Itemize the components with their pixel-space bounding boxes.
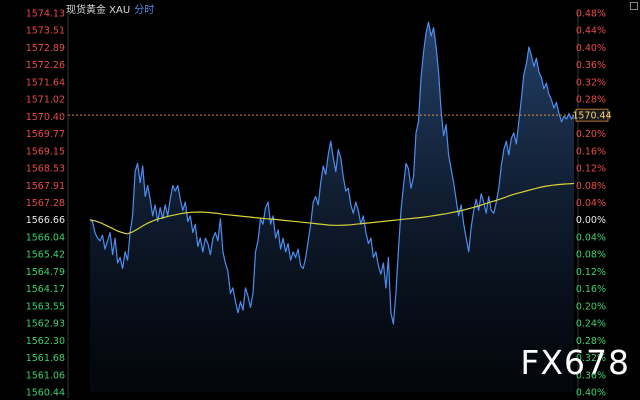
- right-tick-label: 0.16%: [576, 284, 606, 295]
- right-tick-label: 0.08%: [576, 250, 606, 261]
- left-tick-label: 1561.06: [26, 370, 65, 381]
- right-tick-label: 0.04%: [576, 232, 606, 243]
- left-tick-label: 1565.42: [26, 250, 65, 261]
- left-tick-label: 1562.30: [26, 336, 65, 347]
- right-tick-label: 0.08%: [576, 181, 606, 192]
- instrument-title: 现货黄金 XAU: [66, 5, 131, 16]
- right-tick-label: 0.00%: [576, 215, 606, 226]
- left-tick-label: 1562.93: [26, 319, 65, 330]
- left-tick-label: 1564.17: [26, 284, 65, 295]
- left-tick-label: 1566.66: [26, 215, 65, 226]
- left-tick-label: 1569.15: [26, 146, 65, 157]
- right-tick-label: 0.20%: [576, 301, 606, 312]
- left-tick-label: 1567.28: [26, 198, 65, 209]
- left-tick-label: 1560.44: [26, 388, 65, 399]
- right-tick-label: 0.12%: [576, 164, 606, 175]
- right-tick-label: 0.12%: [576, 267, 606, 278]
- window-toggle-icon[interactable]: [630, 2, 638, 10]
- right-tick-label: 0.40%: [576, 388, 606, 399]
- current-price-label: 1570.44: [572, 111, 611, 122]
- right-tick-label: 0.20%: [576, 129, 606, 140]
- left-tick-label: 1566.04: [26, 232, 65, 243]
- price-area-fill: [90, 22, 574, 392]
- right-tick-label: 0.04%: [576, 198, 606, 209]
- left-tick-label: 1574.13: [26, 9, 65, 20]
- left-tick-label: 1571.02: [26, 95, 65, 106]
- right-tick-label: 0.32%: [576, 77, 606, 88]
- left-tick-label: 1570.40: [26, 112, 65, 123]
- chart-container: 1574.13 1573.51 1572.89 1572.26 1571.64 1571.…: [0, 0, 640, 400]
- timeframe-label[interactable]: 分时: [134, 5, 154, 16]
- right-tick-label: 0.44%: [576, 26, 606, 37]
- left-tick-label: 1571.64: [26, 77, 65, 88]
- left-tick-label: 1563.55: [26, 301, 65, 312]
- left-tick-label: 1564.79: [26, 267, 65, 278]
- right-tick-label: 0.36%: [576, 60, 606, 71]
- chart-header: 现货黄金 XAU 分时: [66, 1, 154, 16]
- left-tick-label: 1568.53: [26, 164, 65, 175]
- left-tick-label: 1569.77: [26, 129, 65, 140]
- left-tick-label: 1567.91: [26, 181, 65, 192]
- watermark-logo: FX678: [520, 343, 630, 382]
- right-tick-label: 0.28%: [576, 95, 606, 106]
- right-tick-label: 0.16%: [576, 146, 606, 157]
- right-tick-label: 0.40%: [576, 43, 606, 54]
- left-tick-label: 1572.26: [26, 60, 65, 71]
- right-tick-label: 0.48%: [576, 9, 606, 20]
- left-tick-label: 1572.89: [26, 43, 65, 54]
- left-tick-label: 1561.68: [26, 353, 65, 364]
- left-tick-label: 1573.51: [26, 26, 65, 37]
- right-tick-label: 0.24%: [576, 319, 606, 330]
- price-chart: 1574.13 1573.51 1572.89 1572.26 1571.64 1571.…: [26, 9, 612, 399]
